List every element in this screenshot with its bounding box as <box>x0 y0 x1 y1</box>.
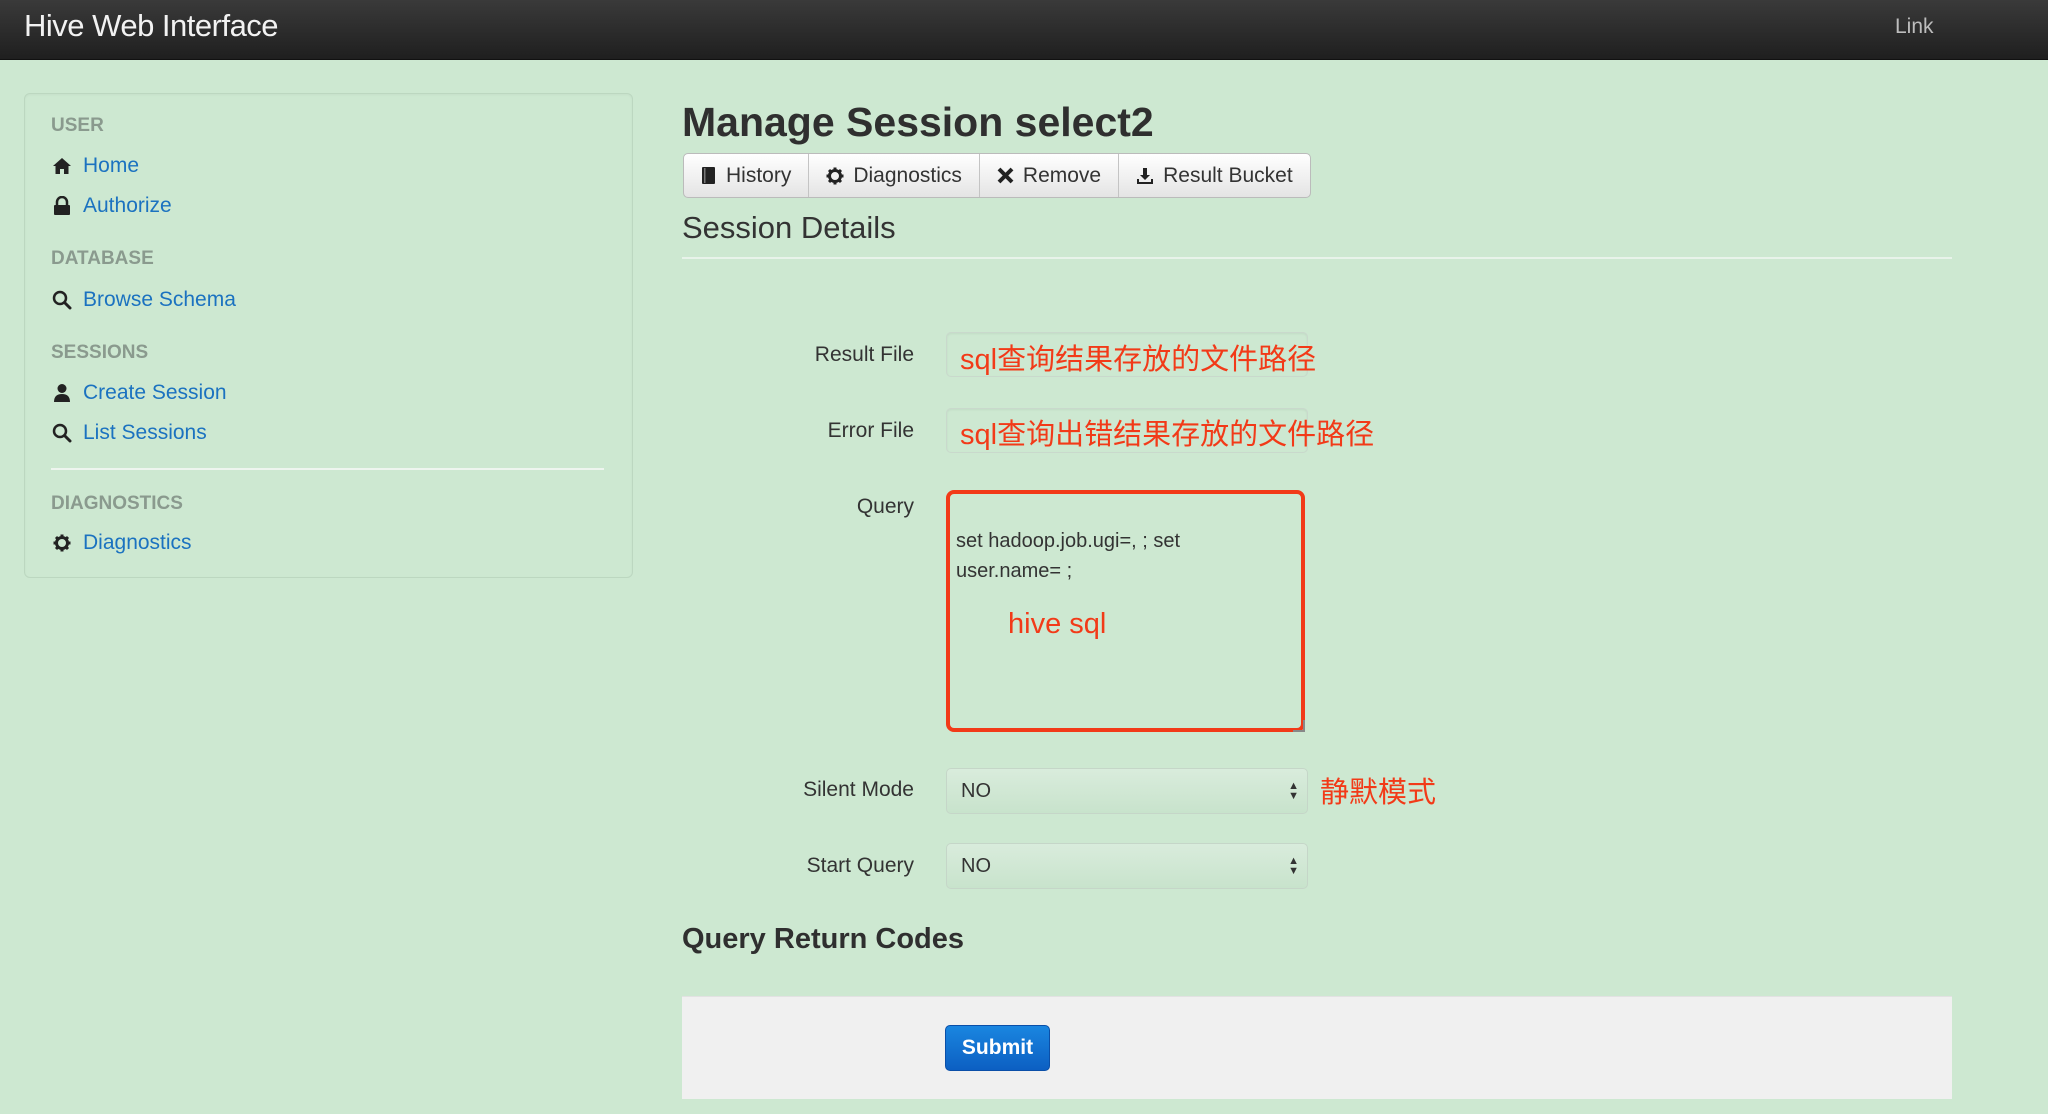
sidebar-item-label: List Sessions <box>83 421 207 444</box>
lock-icon <box>51 195 73 217</box>
form-actions: Submit <box>682 996 1952 1099</box>
page-title: Manage Session select2 <box>682 99 1154 145</box>
select-arrows-icon: ▲ ▼ <box>1288 780 1299 802</box>
gear-icon <box>51 532 73 554</box>
silent-mode-select[interactable]: NO ▲ ▼ <box>946 768 1308 814</box>
search-icon <box>51 289 73 311</box>
sidebar-item-home[interactable]: Home <box>51 152 139 180</box>
sidebar-item-create-session[interactable]: Create Session <box>51 379 227 407</box>
select-arrows-icon: ▲ ▼ <box>1288 855 1299 877</box>
history-label: History <box>726 163 792 187</box>
submit-button[interactable]: Submit <box>945 1025 1050 1071</box>
gear-icon <box>826 167 844 185</box>
diagnostics-label: Diagnostics <box>853 163 962 187</box>
silent-mode-value: NO <box>961 779 991 802</box>
sidebar-item-label: Home <box>83 154 140 177</box>
start-query-select[interactable]: NO ▲ ▼ <box>946 843 1308 889</box>
sidebar-item-diagnostics[interactable]: Diagnostics <box>51 529 192 557</box>
query-textarea[interactable]: set hadoop.job.ugi=, ; set user.name= ; <box>946 490 1305 732</box>
user-icon <box>51 382 73 404</box>
diagnostics-button[interactable]: Diagnostics <box>809 154 980 197</box>
resize-handle[interactable] <box>1293 720 1305 732</box>
sidebar-header-user: USER <box>51 115 104 136</box>
result-file-label: Result File <box>814 343 914 366</box>
session-details-title: Session Details <box>682 210 896 245</box>
sidebar-header-diagnostics: DIAGNOSTICS <box>51 493 183 514</box>
sidebar-item-list-sessions[interactable]: List Sessions <box>51 419 207 447</box>
sidebar-item-label: Authorize <box>83 194 172 217</box>
sidebar-header-database: DATABASE <box>51 248 154 269</box>
start-query-value: NO <box>961 854 991 877</box>
result-file-annotation: sql查询结果存放的文件路径 <box>960 344 1317 376</box>
sidebar-item-label: Create Session <box>83 381 227 404</box>
sidebar-header-sessions: SESSIONS <box>51 342 149 363</box>
remove-button[interactable]: Remove <box>980 154 1120 197</box>
section-divider <box>682 257 1952 259</box>
home-icon <box>51 155 73 177</box>
query-label: Query <box>856 495 914 518</box>
start-query-label: Start Query <box>806 854 914 877</box>
silent-mode-annotation: 静默模式 <box>1320 777 1437 809</box>
search-icon <box>51 422 73 444</box>
error-file-annotation: sql查询出错结果存放的文件路径 <box>960 419 1375 451</box>
download-icon <box>1136 167 1154 185</box>
sidebar-item-label: Diagnostics <box>83 531 192 554</box>
remove-icon <box>997 167 1014 184</box>
sidebar-item-label: Browse Schema <box>83 288 236 311</box>
session-actions-group: History Diagnostics Remove Result Bucket <box>683 153 1311 198</box>
book-icon <box>701 166 717 185</box>
remove-label: Remove <box>1022 163 1102 187</box>
query-return-codes-title: Query Return Codes <box>682 923 964 955</box>
result-bucket-button[interactable]: Result Bucket <box>1119 154 1310 197</box>
sidebar-item-browse-schema[interactable]: Browse Schema <box>51 286 236 314</box>
history-button[interactable]: History <box>684 154 810 197</box>
error-file-label: Error File <box>827 419 914 442</box>
navbar-link[interactable]: Link <box>1895 15 1934 39</box>
query-annotation: hive sql <box>1008 608 1107 640</box>
result-bucket-label: Result Bucket <box>1163 163 1293 187</box>
top-navbar: Hive Web Interface Link <box>0 0 2048 60</box>
sidebar: USER Home Authorize DATABASE Browse Sche… <box>24 93 633 578</box>
sidebar-item-authorize[interactable]: Authorize <box>51 192 172 220</box>
brand-title[interactable]: Hive Web Interface <box>24 8 279 44</box>
sidebar-divider <box>51 468 604 470</box>
silent-mode-label: Silent Mode <box>803 778 914 801</box>
query-text: set hadoop.job.ugi=, ; set user.name= ; <box>956 530 1181 582</box>
